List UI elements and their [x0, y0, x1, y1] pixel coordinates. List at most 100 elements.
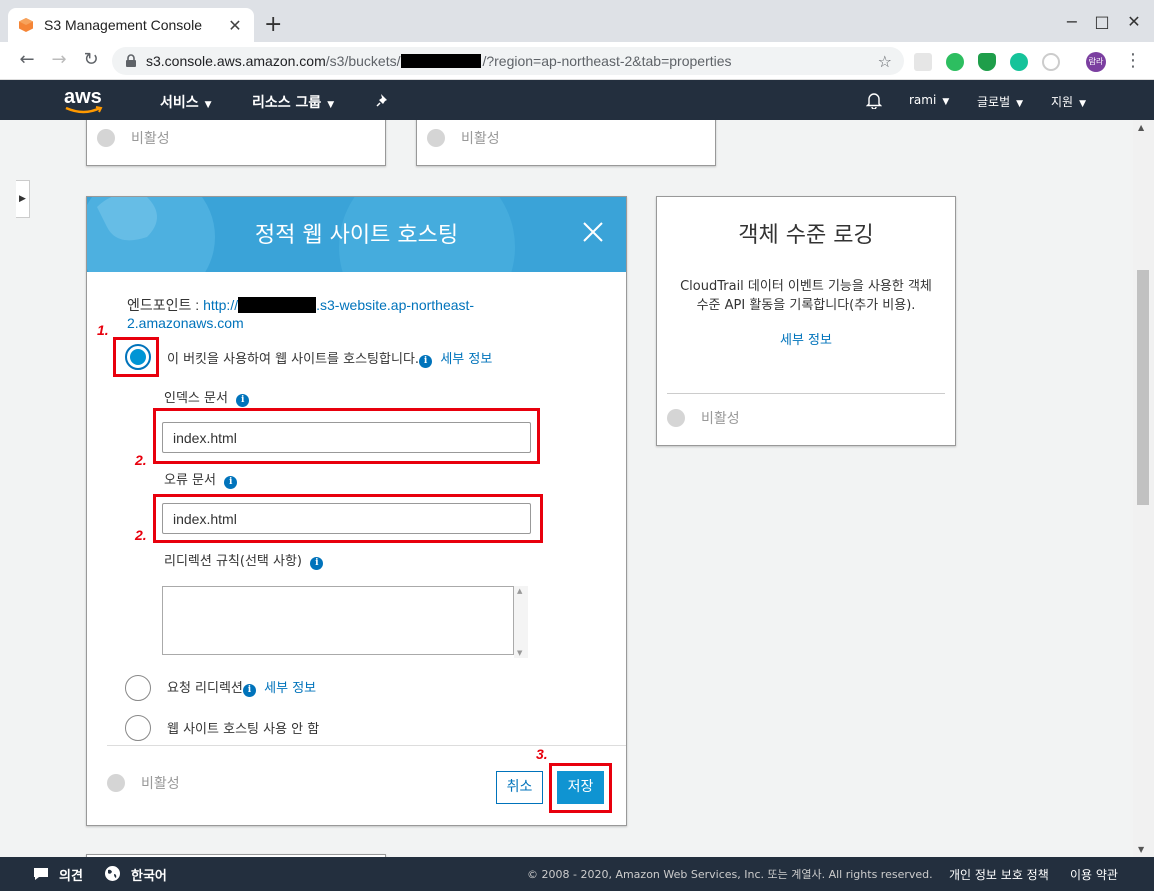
- redirect-rules-textarea[interactable]: [162, 586, 514, 655]
- new-tab-icon[interactable]: +: [264, 14, 282, 36]
- resource-groups-menu[interactable]: 리소스 그룹 ▼: [252, 92, 334, 112]
- user-label: rami: [909, 93, 937, 107]
- logging-card-title: 객체 수준 로깅: [738, 223, 874, 248]
- privacy-policy-link[interactable]: 개인 정보 보호 정책: [949, 866, 1049, 883]
- url-host: s3.console.aws.amazon.com: [146, 53, 326, 69]
- browser-tabstrip: S3 Management Console ✕ + − □ ✕: [0, 0, 1154, 42]
- chevron-down-icon: ▼: [942, 97, 950, 107]
- copyright-text: © 2008 - 2020, Amazon Web Services, Inc.…: [527, 868, 933, 881]
- tab-title: S3 Management Console: [44, 17, 202, 33]
- scroll-down-icon[interactable]: ▼: [517, 649, 522, 657]
- annotation-step-1: 1.: [97, 322, 109, 338]
- index-document-label: 인덱스 문서 i: [164, 387, 250, 407]
- info-icon[interactable]: i: [236, 394, 250, 407]
- support-label: 지원: [1051, 95, 1074, 109]
- object-level-logging-card[interactable]: 객체 수준 로깅 CloudTrail 데이터 이벤트 기능을 사용한 객체 수…: [656, 196, 956, 446]
- aws-smile-icon: [65, 106, 103, 114]
- bookmark-star-icon[interactable]: ☆: [878, 52, 892, 71]
- card-status-text: 비활성: [131, 131, 170, 147]
- pin-icon[interactable]: [376, 93, 390, 107]
- info-icon[interactable]: i: [224, 476, 238, 489]
- resource-groups-label: 리소스 그룹: [252, 95, 322, 111]
- shield-extension-icon[interactable]: [978, 53, 996, 71]
- scroll-down-icon[interactable]: ▼: [1138, 845, 1144, 854]
- chevron-down-icon: ▼: [1079, 99, 1087, 109]
- error-document-input[interactable]: index.html: [162, 503, 531, 534]
- scroll-up-icon[interactable]: ▲: [1138, 123, 1144, 132]
- aws-top-nav: aws 서비스 ▼ 리소스 그룹 ▼ rami ▼ 글로벌 ▼ 지원 ▼: [0, 80, 1154, 120]
- static-website-hosting-card: 정적 웹 사이트 호스팅 엔드포인트 : http://.s3-website.…: [86, 196, 627, 826]
- property-card-top-right[interactable]: 비활성: [416, 120, 716, 166]
- close-icon[interactable]: [582, 221, 604, 243]
- tab-close-icon[interactable]: ✕: [226, 16, 244, 35]
- learn-more-link[interactable]: 세부 정보: [264, 681, 316, 696]
- feedback-link[interactable]: 의견: [59, 865, 83, 884]
- modal-header: 정적 웹 사이트 호스팅: [87, 197, 626, 272]
- terms-link[interactable]: 이용 약관: [1070, 866, 1118, 883]
- forward-icon[interactable]: →: [48, 50, 70, 70]
- url-path-prefix: /s3/buckets/: [325, 53, 401, 69]
- extension-icon[interactable]: [914, 53, 932, 71]
- page-scrollbar[interactable]: ▲ ▼: [1133, 120, 1154, 857]
- info-icon[interactable]: i: [242, 684, 256, 697]
- error-doc-text: 오류 문서: [164, 473, 216, 488]
- aws-footer: 의견 한국어 © 2008 - 2020, Amazon Web Service…: [0, 857, 1154, 891]
- radio-disable-hosting[interactable]: [125, 715, 151, 741]
- bell-icon[interactable]: [866, 91, 882, 109]
- status-dot-icon: [667, 409, 685, 427]
- services-menu[interactable]: 서비스 ▼: [160, 92, 212, 112]
- back-icon[interactable]: ←: [16, 50, 38, 70]
- info-icon[interactable]: i: [419, 355, 433, 368]
- chevron-down-icon: ▼: [204, 100, 212, 110]
- cancel-button[interactable]: 취소: [496, 771, 543, 804]
- card-status-text: 비활성: [461, 131, 500, 147]
- logging-card-description: CloudTrail 데이터 이벤트 기능을 사용한 객체 수준 API 활동을…: [680, 279, 932, 313]
- url-text: s3.console.aws.amazon.com/s3/buckets/ /?r…: [146, 53, 732, 69]
- support-menu[interactable]: 지원 ▼: [1051, 93, 1086, 110]
- radio-disable-label: 웹 사이트 호스팅 사용 안 함: [167, 722, 320, 737]
- address-bar[interactable]: s3.console.aws.amazon.com/s3/buckets/ /?r…: [112, 47, 904, 75]
- divider: [667, 393, 945, 394]
- endpoint-text: 엔드포인트 : http://.s3-website.ap-northeast-…: [127, 296, 527, 332]
- learn-more-link[interactable]: 세부 정보: [657, 329, 955, 348]
- reload-icon[interactable]: ↻: [80, 50, 102, 70]
- endpoint-label: 엔드포인트 :: [127, 297, 204, 313]
- profile-avatar[interactable]: 람라: [1086, 52, 1106, 72]
- scrollbar-thumb[interactable]: [1137, 270, 1149, 505]
- sidebar-toggle[interactable]: ▶: [16, 180, 30, 218]
- status-dot-icon: [107, 774, 125, 792]
- minimize-icon[interactable]: −: [1062, 12, 1082, 31]
- aws-cube-icon: [19, 18, 33, 32]
- region-label: 글로벌: [977, 95, 1011, 109]
- radio-host-website[interactable]: [125, 344, 151, 370]
- browser-menu-icon[interactable]: ⋮: [1124, 50, 1142, 71]
- browser-tab[interactable]: S3 Management Console ✕: [8, 8, 254, 42]
- learn-more-link[interactable]: 세부 정보: [440, 352, 492, 367]
- save-button[interactable]: 저장: [557, 771, 604, 804]
- user-menu[interactable]: rami ▼: [909, 93, 949, 107]
- card-status-text: 비활성: [141, 776, 180, 792]
- annotation-step-2: 2.: [135, 527, 147, 543]
- status-dot-icon: [427, 129, 445, 147]
- radio-redirect-requests[interactable]: [125, 675, 151, 701]
- feedback-bubble-icon: [34, 868, 48, 880]
- browser-toolbar: ← → ↻ s3.console.aws.amazon.com/s3/bucke…: [0, 42, 1154, 80]
- grammarly-icon[interactable]: [1010, 53, 1028, 71]
- region-menu[interactable]: 글로벌 ▼: [977, 93, 1023, 110]
- timer-extension-icon[interactable]: [1042, 53, 1060, 71]
- radio-host-website-label: 이 버킷을 사용하여 웹 사이트를 호스팅합니다. i 세부 정보: [167, 348, 492, 368]
- chevron-down-icon: ▼: [327, 100, 335, 110]
- property-card-top-left[interactable]: 비활성: [86, 120, 386, 166]
- language-selector[interactable]: 한국어: [131, 865, 167, 884]
- window-close-icon[interactable]: ✕: [1124, 12, 1144, 31]
- textarea-scrollbar[interactable]: ▲ ▼: [514, 586, 528, 658]
- card-status-row: 비활성: [667, 408, 740, 428]
- info-icon[interactable]: i: [310, 557, 324, 570]
- card-status-row: 비활성: [427, 128, 500, 148]
- evernote-icon[interactable]: [946, 53, 964, 71]
- redirect-rules-label: 리디렉션 규칙(선택 사항) i: [164, 550, 324, 570]
- maximize-icon[interactable]: □: [1092, 12, 1112, 31]
- annotation-step-2: 2.: [135, 452, 147, 468]
- scroll-up-icon[interactable]: ▲: [517, 587, 522, 595]
- index-document-input[interactable]: index.html: [162, 422, 531, 453]
